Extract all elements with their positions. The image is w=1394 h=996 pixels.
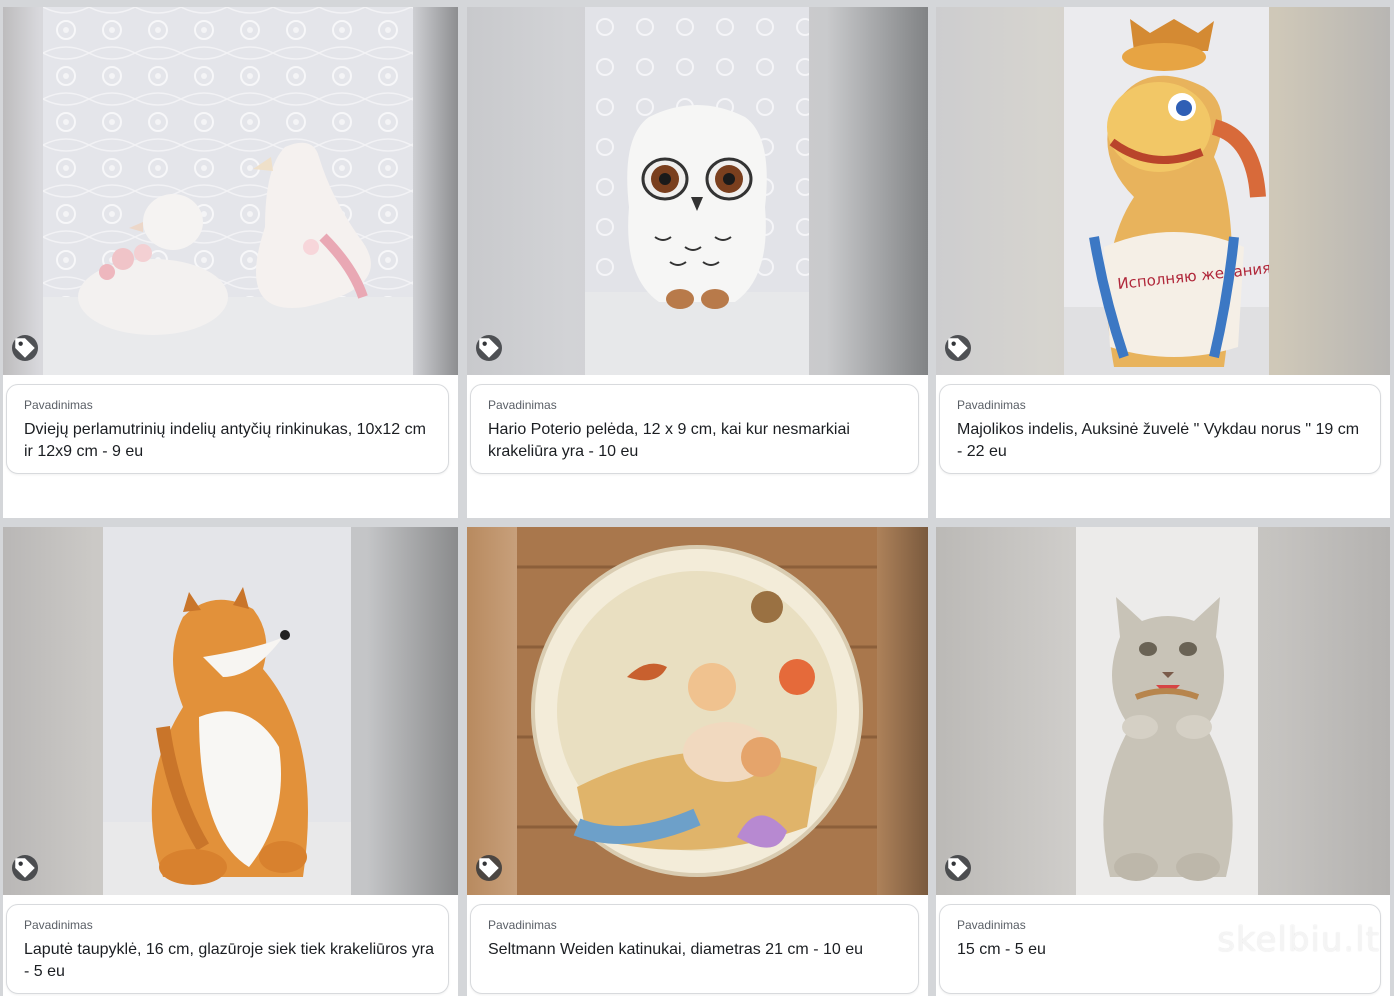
kittens-plate-image — [517, 527, 877, 895]
field-label: Pavadinimas — [488, 918, 557, 932]
tag-icon — [945, 855, 971, 881]
field-label: Pavadinimas — [488, 398, 557, 412]
golden-fish-image: Исполняю желания! — [1064, 7, 1269, 375]
listing-card[interactable]: Исполняю желания! Pavadinimas Majolikos … — [936, 7, 1390, 518]
listing-info[interactable]: Pavadinimas Dviejų perlamutrinių indelių… — [6, 384, 449, 474]
cat-figurine-image — [1076, 527, 1258, 895]
listing-info[interactable]: Pavadinimas Hario Poterio pelėda, 12 x 9… — [470, 384, 919, 474]
listing-photo[interactable] — [467, 7, 928, 375]
tag-icon — [945, 335, 971, 361]
duck-boxes-image — [43, 7, 413, 375]
listing-photo[interactable]: Исполняю желания! — [936, 7, 1390, 375]
listing-title[interactable]: 15 cm - 5 eu — [957, 939, 1366, 961]
listing-title[interactable]: Majolikos indelis, Auksinė žuvelė " Vykd… — [957, 419, 1366, 463]
listing-photo[interactable] — [467, 527, 928, 895]
listing-card[interactable]: Pavadinimas Seltmann Weiden katinukai, d… — [467, 527, 928, 996]
listing-photo[interactable] — [3, 7, 458, 375]
listing-card[interactable]: Pavadinimas Dviejų perlamutrinių indelių… — [3, 7, 458, 518]
owl-image — [585, 7, 809, 375]
listing-info[interactable]: Pavadinimas Seltmann Weiden katinukai, d… — [470, 904, 919, 994]
listing-card[interactable]: Pavadinimas 15 cm - 5 eu — [936, 527, 1390, 996]
listing-info[interactable]: Pavadinimas Majolikos indelis, Auksinė ž… — [939, 384, 1381, 474]
listing-title[interactable]: Seltmann Weiden katinukai, diametras 21 … — [488, 939, 904, 961]
field-label: Pavadinimas — [24, 918, 93, 932]
tag-icon — [476, 855, 502, 881]
listing-photo[interactable] — [936, 527, 1390, 895]
listing-title[interactable]: Dviejų perlamutrinių indelių antyčių rin… — [24, 419, 434, 463]
listing-info[interactable]: Pavadinimas Laputė taupyklė, 16 cm, glaz… — [6, 904, 449, 994]
tag-icon — [476, 335, 502, 361]
listing-info[interactable]: Pavadinimas 15 cm - 5 eu — [939, 904, 1381, 994]
field-label: Pavadinimas — [24, 398, 93, 412]
listing-card[interactable]: Pavadinimas Hario Poterio pelėda, 12 x 9… — [467, 7, 928, 518]
listing-title[interactable]: Hario Poterio pelėda, 12 x 9 cm, kai kur… — [488, 419, 904, 463]
tag-icon — [12, 855, 38, 881]
listing-card[interactable]: Pavadinimas Laputė taupyklė, 16 cm, glaz… — [3, 527, 458, 996]
listing-title[interactable]: Laputė taupyklė, 16 cm, glazūroje siek t… — [24, 939, 434, 983]
fox-image — [103, 527, 351, 895]
tag-icon — [12, 335, 38, 361]
field-label: Pavadinimas — [957, 918, 1026, 932]
field-label: Pavadinimas — [957, 398, 1026, 412]
listing-photo[interactable] — [3, 527, 458, 895]
